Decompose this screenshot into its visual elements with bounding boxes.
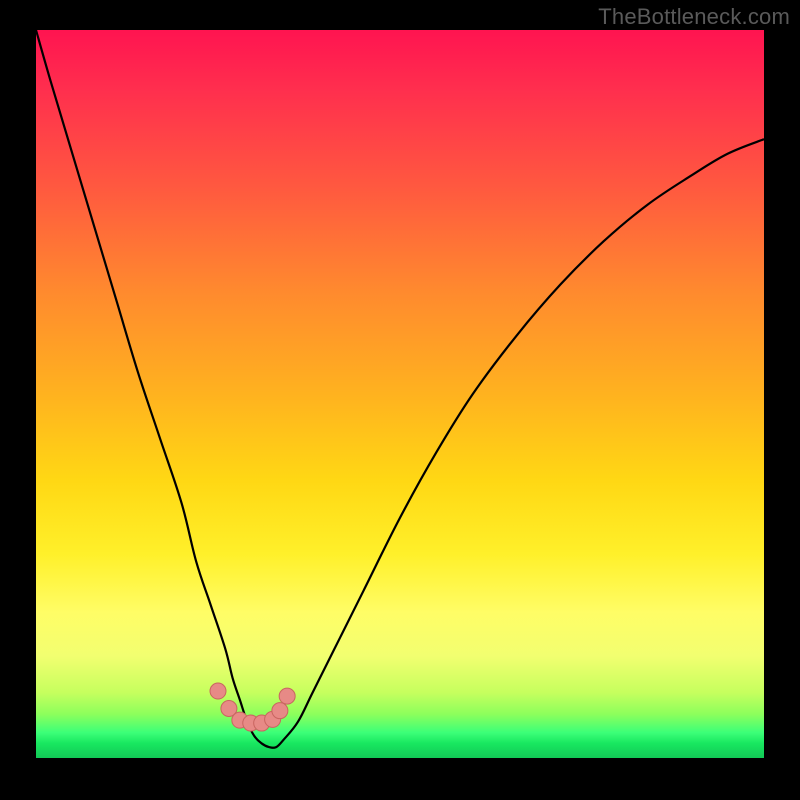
chart-svg: [36, 30, 764, 758]
bottleneck-curve: [36, 30, 764, 748]
chart-frame: TheBottleneck.com: [0, 0, 800, 800]
data-marker: [272, 703, 288, 719]
data-marker: [279, 688, 295, 704]
watermark-text: TheBottleneck.com: [598, 4, 790, 30]
data-marker: [210, 683, 226, 699]
marker-cluster: [210, 683, 295, 731]
plot-area: [36, 30, 764, 758]
